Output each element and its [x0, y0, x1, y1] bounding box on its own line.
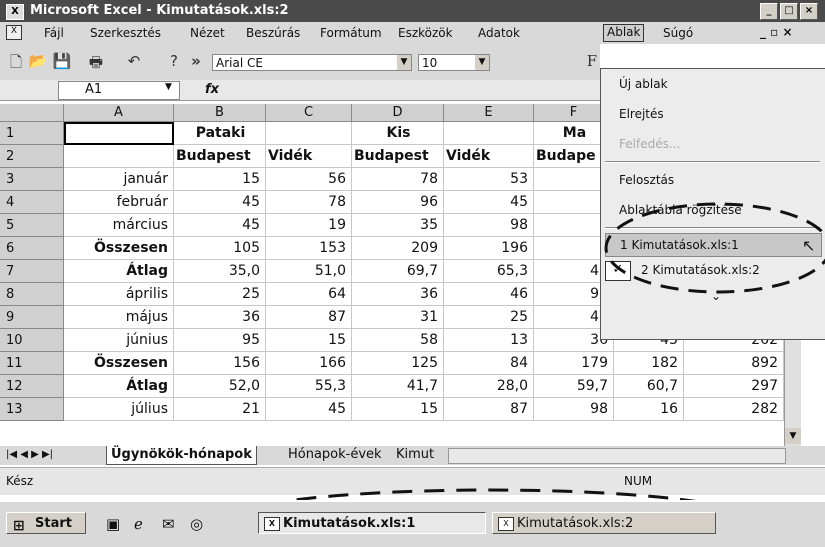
media-player-icon[interactable]: ◎: [190, 515, 203, 533]
excel-icon: X: [264, 517, 280, 531]
windows-logo-icon: ⊞: [13, 518, 25, 534]
email-icon[interactable]: ✉: [162, 515, 175, 533]
start-label: Start: [35, 516, 72, 531]
taskbar: ⊞ Start ▣ ℯ ✉ ◎ X Kimutatások.xls:1 X Ki…: [0, 500, 825, 547]
excel-icon: X: [498, 517, 514, 531]
browser-icon[interactable]: ℯ: [134, 515, 143, 533]
show-desktop-icon[interactable]: ▣: [106, 515, 120, 533]
taskbar-button-window-2[interactable]: X Kimutatások.xls:2: [492, 512, 716, 534]
annotation-overlay: [226, 202, 825, 545]
taskbar-button-window-2-label: Kimutatások.xls:2: [517, 516, 634, 531]
taskbar-button-window-1[interactable]: X Kimutatások.xls:1: [258, 512, 486, 534]
annotation-oval-menu: [604, 202, 825, 294]
start-button[interactable]: ⊞ Start: [6, 512, 86, 534]
taskbar-button-window-1-label: Kimutatások.xls:1: [283, 516, 416, 531]
